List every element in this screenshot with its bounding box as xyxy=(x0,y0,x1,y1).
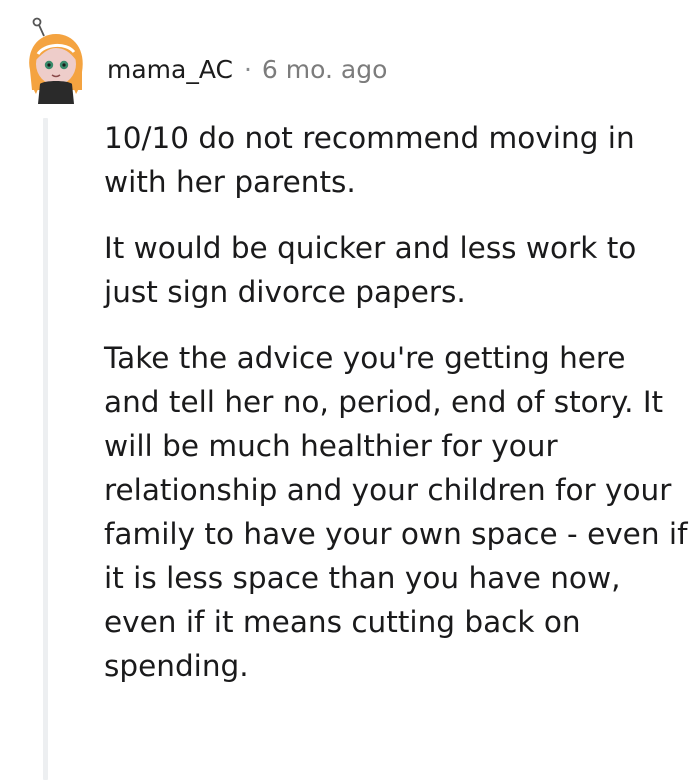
comment-body: 10/10 do not recommend moving in with he… xyxy=(104,116,689,710)
snoo-avatar-icon xyxy=(29,17,83,104)
username-link[interactable]: mama_AC xyxy=(107,50,233,90)
comment-paragraph: 10/10 do not recommend moving in with he… xyxy=(104,121,635,199)
comment-paragraph: It would be quicker and less work to jus… xyxy=(104,231,637,309)
meta-separator: · xyxy=(243,55,252,84)
thread-collapse-line[interactable] xyxy=(43,118,48,780)
comment-paragraph: Take the advice you're getting here and … xyxy=(104,341,688,683)
comment: mama_AC · 6 mo. ago 10/10 do not recomme… xyxy=(0,0,700,780)
user-avatar[interactable] xyxy=(20,14,100,104)
timestamp-link[interactable]: 6 mo. ago xyxy=(262,50,387,90)
comment-header: mama_AC · 6 mo. ago xyxy=(107,50,387,90)
